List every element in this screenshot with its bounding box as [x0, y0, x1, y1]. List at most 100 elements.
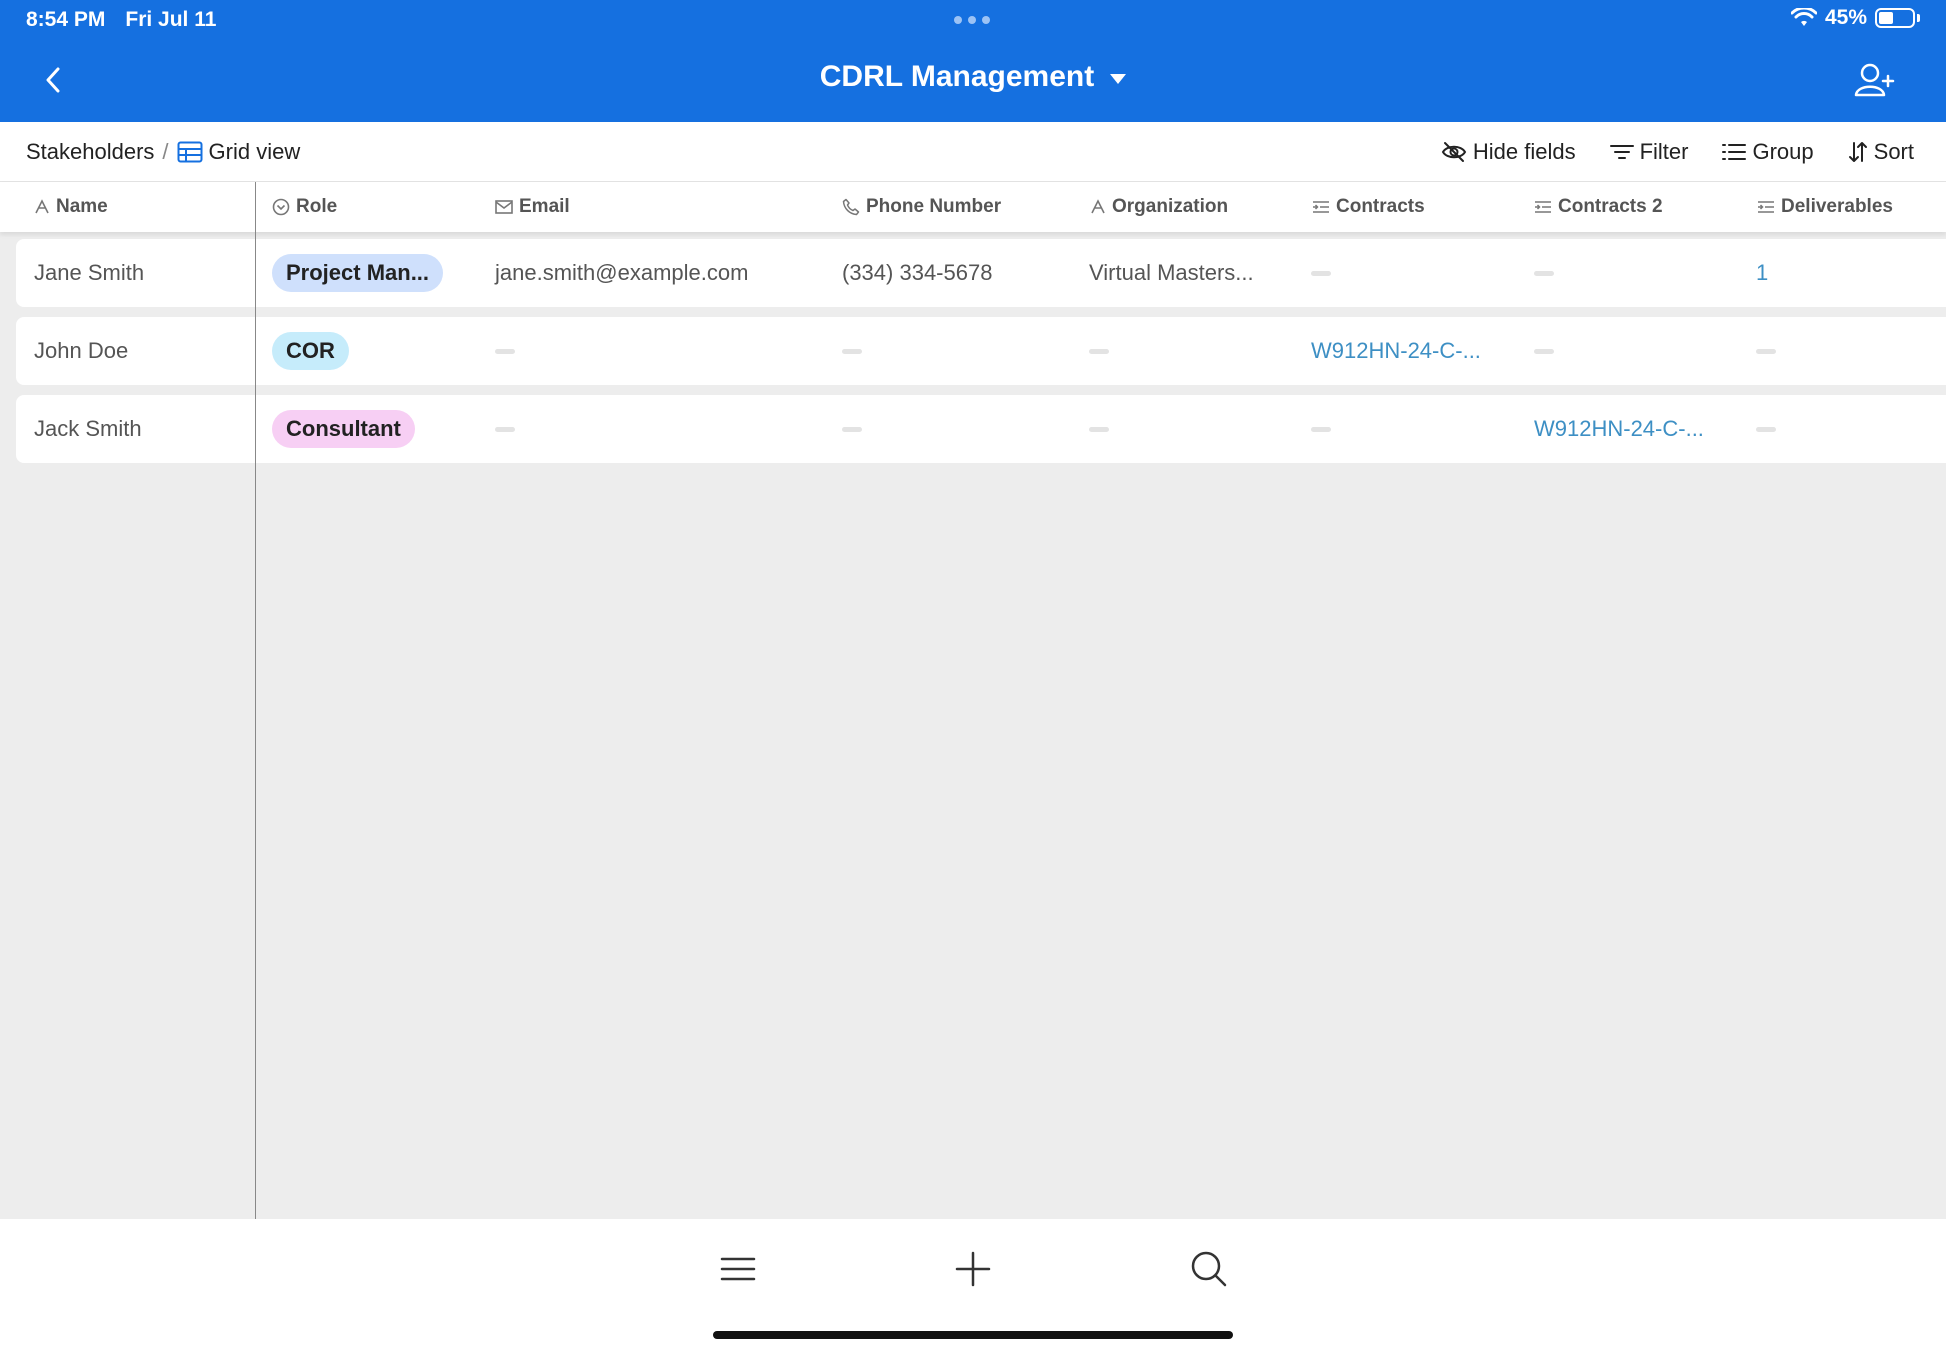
cell-contracts-2[interactable]: W912HN-24-C-...	[1534, 395, 1704, 463]
cell-contracts-2[interactable]	[1534, 239, 1554, 307]
empty-value	[842, 426, 862, 432]
cell-organization[interactable]	[1089, 317, 1109, 385]
sort-button[interactable]: Sort	[1848, 139, 1914, 165]
empty-value	[1756, 348, 1776, 354]
cell-name[interactable]: Jane Smith	[34, 239, 144, 307]
view-name: Grid view	[208, 138, 301, 164]
add-user-icon	[1854, 63, 1895, 97]
plus-icon	[955, 1251, 991, 1287]
cell-deliverables[interactable]: 1	[1756, 239, 1768, 307]
cell-role[interactable]: Consultant	[272, 395, 415, 463]
empty-value	[842, 348, 862, 354]
column-label: Phone Number	[866, 196, 1002, 217]
text-field-icon	[35, 199, 49, 214]
column-label: Deliverables	[1781, 196, 1893, 217]
frozen-column-divider	[255, 182, 256, 1219]
empty-value	[1311, 426, 1331, 432]
cell-email[interactable]	[495, 395, 515, 463]
column-header-organization[interactable]: Organization	[1090, 182, 1228, 232]
cell-contracts[interactable]: W912HN-24-C-...	[1311, 317, 1481, 385]
phone-icon	[842, 198, 860, 216]
cell-organization[interactable]	[1089, 395, 1109, 463]
linked-record-icon	[1758, 201, 1774, 213]
column-header-name[interactable]: Name	[34, 182, 108, 232]
cell-contracts[interactable]	[1311, 395, 1331, 463]
role-pill: Consultant	[272, 410, 415, 448]
cell-role[interactable]: Project Man...	[272, 239, 444, 307]
view-toolbar: Stakeholders / Grid view Hide fields Fil…	[0, 122, 1946, 182]
empty-value	[1534, 270, 1554, 276]
text-field-icon	[1091, 199, 1105, 214]
eye-slash-icon	[1441, 141, 1467, 162]
group-button[interactable]: Group	[1722, 138, 1814, 165]
breadcrumb-table[interactable]: Stakeholders	[26, 139, 154, 165]
base-title-button[interactable]: CDRL Management	[0, 60, 1946, 94]
linked-record-icon	[1313, 201, 1329, 213]
hamburger-menu-icon	[720, 1257, 756, 1281]
multitasking-dots-icon[interactable]	[954, 16, 990, 24]
status-time: 8:54 PM	[26, 8, 106, 31]
cell-phone[interactable]	[842, 395, 862, 463]
column-header-row: Name Role Email Phone Number Organizatio…	[0, 182, 1946, 232]
status-bar-clock: 8:54 PM Fri Jul 11	[26, 8, 216, 32]
view-switcher-button[interactable]: Grid view	[177, 138, 301, 165]
home-indicator[interactable]	[713, 1331, 1233, 1339]
cell-email[interactable]: jane.smith@example.com	[495, 239, 748, 307]
group-label: Group	[1752, 138, 1814, 164]
menu-button[interactable]	[716, 1247, 760, 1291]
sort-label: Sort	[1873, 138, 1914, 164]
table-row[interactable]: Jack Smith Consultant W912HN-24-C-...	[16, 395, 1946, 463]
toolbar-actions: Hide fields Filter Group Sort	[1441, 139, 1914, 165]
cell-organization[interactable]: Virtual Masters...	[1089, 239, 1254, 307]
table-row[interactable]: Jane Smith Project Man... jane.smith@exa…	[16, 239, 1946, 307]
cell-role[interactable]: COR	[272, 317, 349, 385]
grid-view-icon	[177, 141, 203, 162]
breadcrumb-separator: /	[162, 138, 169, 164]
column-header-role[interactable]: Role	[272, 182, 337, 232]
hide-fields-label: Hide fields	[1472, 138, 1576, 164]
empty-value	[1089, 426, 1109, 432]
cell-name[interactable]: John Doe	[34, 317, 128, 385]
empty-value	[1756, 426, 1776, 432]
hide-fields-button[interactable]: Hide fields	[1441, 139, 1576, 165]
column-label: Role	[296, 196, 338, 217]
filter-icon	[1609, 144, 1634, 159]
cell-name[interactable]: Jack Smith	[34, 395, 142, 463]
column-header-deliverables[interactable]: Deliverables	[1757, 182, 1893, 232]
column-label: Organization	[1112, 196, 1229, 217]
cell-deliverables[interactable]	[1756, 317, 1776, 385]
empty-value	[495, 426, 515, 432]
list-icon	[1722, 143, 1747, 160]
empty-value	[1089, 348, 1109, 354]
bottom-toolbar	[0, 1219, 1946, 1352]
cell-deliverables[interactable]	[1756, 395, 1776, 463]
sort-arrows-icon	[1848, 141, 1867, 162]
battery-percent: 45%	[1824, 6, 1867, 29]
column-header-email[interactable]: Email	[495, 182, 570, 232]
app-header: 8:54 PM Fri Jul 11 45% CDRL Management	[0, 0, 1946, 122]
page-title: CDRL Management	[819, 60, 1095, 93]
cell-phone[interactable]: (334) 334-5678	[842, 239, 992, 307]
add-record-button[interactable]	[951, 1247, 995, 1291]
column-label: Contracts	[1336, 196, 1425, 217]
column-header-phone[interactable]: Phone Number	[842, 182, 1001, 232]
empty-value	[1311, 270, 1331, 276]
filter-button[interactable]: Filter	[1609, 138, 1689, 165]
search-icon	[1191, 1251, 1227, 1287]
cell-contracts-2[interactable]	[1534, 317, 1554, 385]
breadcrumb: Stakeholders / Grid view	[26, 139, 300, 165]
column-header-contracts-2[interactable]: Contracts 2	[1534, 182, 1663, 232]
cell-phone[interactable]	[842, 317, 862, 385]
search-button[interactable]	[1187, 1247, 1231, 1291]
status-bar-right: 45%	[1790, 6, 1920, 30]
column-header-contracts[interactable]: Contracts	[1312, 182, 1425, 232]
table-row[interactable]: John Doe COR W912HN-24-C-...	[16, 317, 1946, 385]
add-collaborator-button[interactable]	[1854, 62, 1896, 98]
cell-email[interactable]	[495, 317, 515, 385]
cell-contracts[interactable]	[1311, 239, 1331, 307]
filter-label: Filter	[1639, 138, 1689, 164]
status-date: Fri Jul 11	[125, 8, 217, 31]
battery-icon	[1875, 8, 1915, 28]
column-label: Contracts 2	[1558, 196, 1663, 217]
column-label: Email	[519, 196, 570, 217]
